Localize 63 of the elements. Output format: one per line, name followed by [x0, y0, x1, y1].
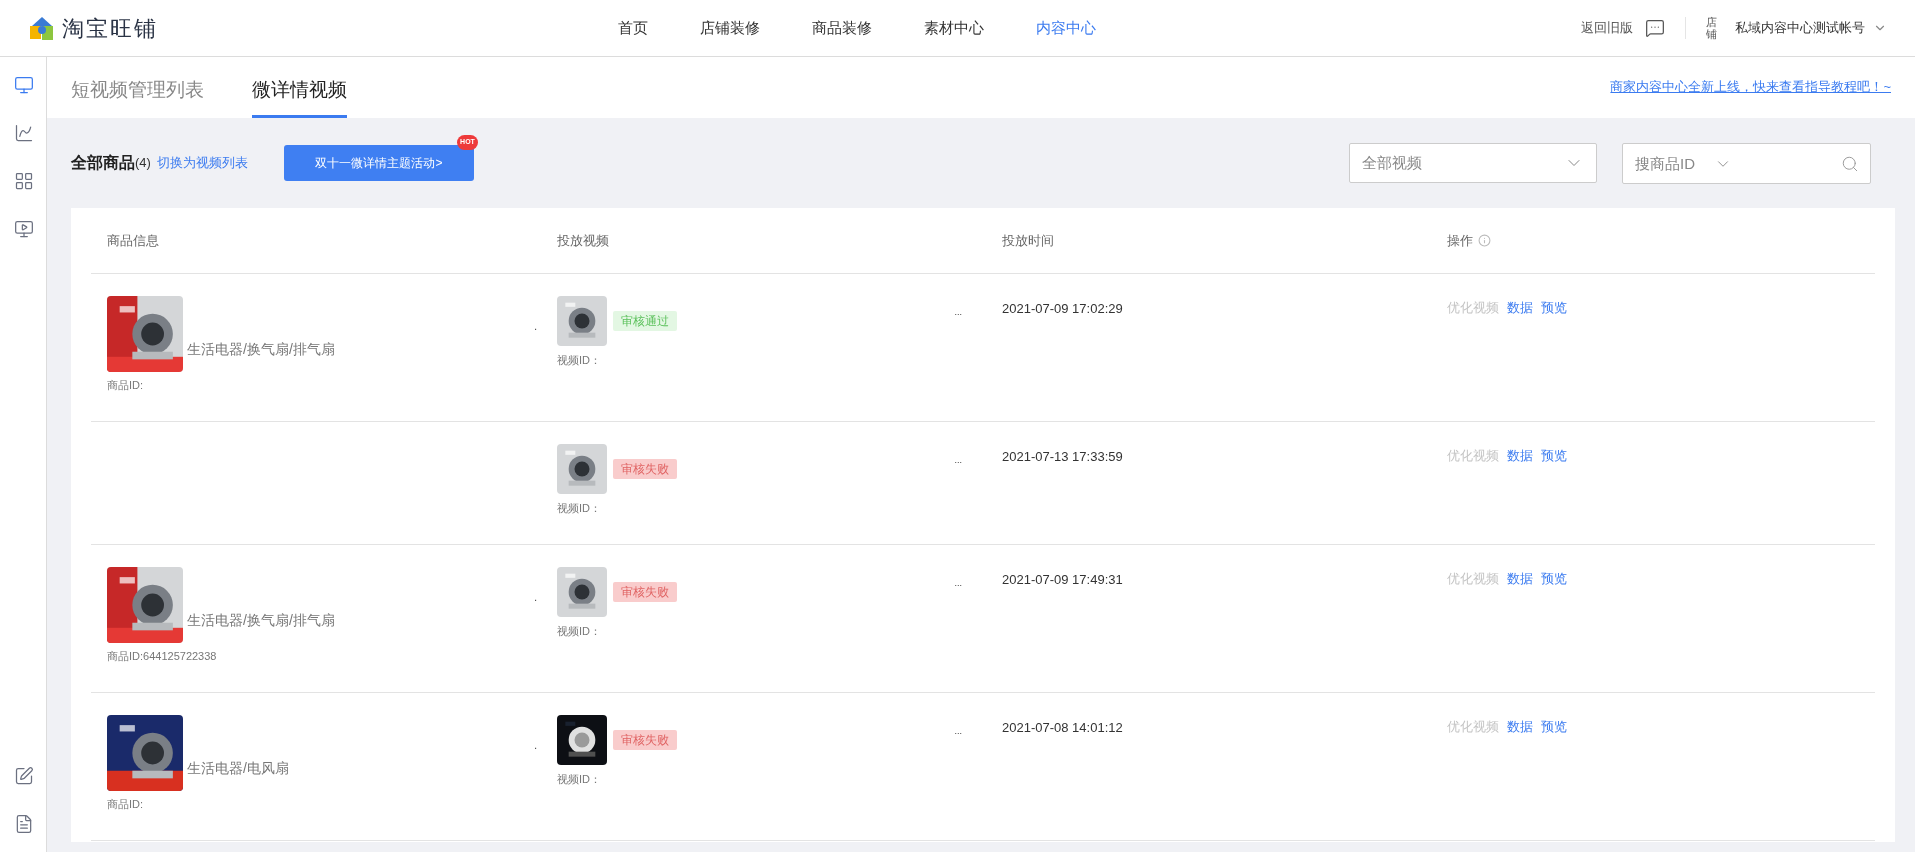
ellipsis-text: ... [954, 456, 962, 465]
tab[interactable]: 短视频管理列表 [71, 66, 204, 118]
grid-icon[interactable] [13, 171, 34, 191]
video-id: 视频ID： [557, 501, 602, 516]
action-link[interactable]: 数据 [1507, 446, 1533, 466]
action-link[interactable]: 数据 [1507, 569, 1533, 589]
avatar-image: 店铺 [1706, 15, 1717, 41]
publish-time: 2021-07-13 17:33:59 [1002, 449, 1123, 464]
video-icon[interactable] [13, 219, 34, 239]
chart-icon[interactable] [13, 123, 34, 143]
switch-view-link[interactable]: 切换为视频列表 [156, 153, 248, 173]
video-id: 视频ID： [557, 772, 602, 787]
column-header: 投放视频 [557, 231, 609, 250]
dot-text: . [534, 741, 537, 751]
video-id: 视频ID： [557, 624, 602, 639]
publish-time: 2021-07-08 14:01:12 [1002, 720, 1123, 735]
promo-button[interactable]: 双十一微详情主题活动> [283, 145, 474, 181]
action-link[interactable]: 预览 [1541, 446, 1567, 466]
ellipsis-text: ... [954, 579, 962, 588]
publish-time: 2021-07-09 17:02:29 [1002, 301, 1123, 316]
video-filter-select[interactable]: 全部视频 [1349, 143, 1597, 183]
monitor-icon[interactable] [13, 75, 34, 95]
nav-link[interactable]: 素材中心 [924, 16, 984, 40]
status-tag: 审核失败 [613, 459, 677, 479]
column-header: 商品信息 [107, 231, 159, 250]
logo-text: 淘宝旺铺 [62, 14, 158, 43]
search-icon[interactable] [1841, 154, 1859, 173]
search-field[interactable]: 搜商品ID [1622, 142, 1871, 184]
edit-icon[interactable] [13, 766, 34, 786]
product-count: (4) [135, 154, 151, 173]
guide-link[interactable]: 商家内容中心全新上线，快来查看指导教程吧！~ [1610, 76, 1891, 96]
message-icon[interactable] [1645, 18, 1665, 38]
action-link[interactable]: 预览 [1541, 569, 1567, 589]
product-id: 商品ID:644125722338 [107, 649, 218, 664]
tab[interactable]: 微详情视频 [252, 66, 347, 118]
account-name[interactable]: 私域内容中心测试帐号 [1735, 18, 1865, 38]
section-title: 全部商品 [71, 153, 135, 173]
nav-link[interactable]: 首页 [618, 16, 648, 40]
video-id: 视频ID： [557, 353, 602, 368]
dot-text: . [534, 593, 537, 603]
back-link[interactable]: 返回旧版 [1581, 18, 1633, 38]
product-id: 商品ID: [107, 797, 145, 812]
logo-icon [28, 14, 56, 42]
column-header: 操作 [1447, 231, 1473, 250]
action-link[interactable]: 预览 [1541, 717, 1567, 737]
product-category: 生活电器/电风扇 [187, 759, 289, 778]
column-header: 投放时间 [1002, 231, 1054, 250]
nav-link[interactable]: 店铺装修 [700, 16, 760, 40]
dot-text: . [534, 322, 537, 332]
ellipsis-text: ... [954, 727, 962, 736]
product-category: 生活电器/换气扇/排气扇 [187, 611, 335, 630]
action-link[interactable]: 数据 [1507, 298, 1533, 318]
nav-link[interactable]: 商品装修 [812, 16, 872, 40]
ellipsis-text: ... [954, 308, 962, 317]
status-tag: 审核失败 [613, 730, 677, 750]
nav-link[interactable]: 内容中心 [1036, 16, 1096, 40]
status-tag: 审核失败 [613, 582, 677, 602]
product-id: 商品ID: [107, 378, 145, 393]
product-category: 生活电器/换气扇/排气扇 [187, 340, 335, 359]
publish-time: 2021-07-09 17:49:31 [1002, 572, 1123, 587]
status-tag: 审核通过 [613, 311, 677, 331]
action-link[interactable]: 预览 [1541, 298, 1567, 318]
action-link[interactable]: 数据 [1507, 717, 1533, 737]
